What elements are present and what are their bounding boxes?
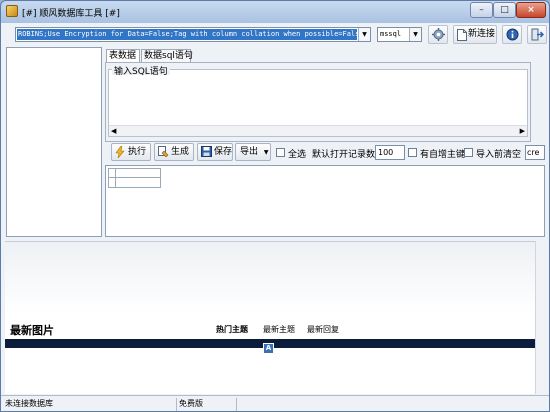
extra-option-input[interactable]: cre [525, 145, 545, 160]
auto-increment-checkbox[interactable] [408, 148, 417, 157]
latest-replies-link[interactable]: 最新回复 [307, 324, 339, 335]
new-connection-button[interactable]: 新连接 [453, 25, 497, 44]
floppy-disk-icon [201, 146, 212, 157]
info-icon [506, 28, 519, 41]
chevron-down-icon[interactable]: ▼ [358, 28, 370, 41]
connection-status: 未连接数据库 [3, 398, 177, 411]
db-type-select[interactable]: mssql ▼ [377, 27, 422, 42]
main-window: [#] 顺风数据库工具 [#] – □ × ROBINS;Use Encrypt… [0, 0, 550, 412]
result-grid[interactable] [105, 165, 545, 237]
close-button[interactable]: × [516, 2, 546, 18]
clear-before-import-checkbox[interactable] [464, 148, 473, 157]
auto-increment-label: 有自增主键 [420, 150, 466, 160]
generate-icon [158, 146, 169, 158]
edition-status: 免费版 [177, 398, 237, 411]
gear-icon [432, 28, 445, 41]
settings-button[interactable] [428, 25, 448, 44]
lightning-icon [115, 146, 125, 158]
new-connection-label: 新连接 [468, 29, 496, 39]
maximize-button[interactable]: □ [493, 2, 516, 18]
exit-icon [531, 28, 544, 41]
save-button[interactable]: 保存 [197, 143, 233, 161]
chevron-down-icon: ▼ [263, 149, 269, 156]
generate-button[interactable]: 生成 [154, 143, 194, 161]
web-preview-panel: 最新图片 热门主题 最新主题 最新回复 A [5, 241, 535, 394]
tab-table-data[interactable]: 表数据 [106, 49, 140, 63]
clear-before-import-label: 导入前清空 [476, 150, 522, 160]
export-label: 导出 [240, 147, 259, 157]
default-records-label: 默认打开记录数: [312, 150, 379, 160]
web-vertical-scrollbar[interactable] [535, 241, 547, 394]
info-button[interactable] [502, 25, 522, 44]
toolbar: ROBINS;Use Encryption for Data=False;Tag… [5, 23, 547, 45]
connection-string-combobox[interactable]: ROBINS;Use Encryption for Data=False;Tag… [15, 27, 371, 42]
hot-topics-link[interactable]: 热门主题 [216, 324, 248, 335]
latest-images-heading: 最新图片 [10, 324, 54, 337]
sql-horizontal-scrollbar[interactable]: ◀ ▶ [109, 125, 527, 136]
generate-label: 生成 [171, 147, 190, 157]
chevron-down-icon[interactable]: ▼ [409, 28, 421, 41]
minimize-button[interactable]: – [470, 2, 493, 18]
new-document-icon [457, 29, 467, 41]
font-badge-icon[interactable]: A [263, 343, 274, 354]
execute-label: 执行 [128, 147, 147, 157]
tab-sql-statement[interactable]: 数据sql语句 [141, 49, 193, 63]
latest-topics-link[interactable]: 最新主题 [263, 324, 295, 335]
exit-button[interactable] [527, 25, 547, 44]
sql-input[interactable] [109, 75, 527, 125]
save-label: 保存 [214, 147, 233, 157]
database-app-icon [6, 5, 18, 17]
db-type-value: mssql [380, 30, 402, 38]
connection-string-value: ROBINS;Use Encryption for Data=False;Tag… [17, 29, 357, 40]
default-records-input[interactable]: 100 [375, 145, 405, 160]
grid-data-cell[interactable] [115, 177, 161, 188]
web-banner [5, 242, 535, 314]
export-dropdown-button[interactable]: 导出 ▼ [235, 143, 271, 161]
select-all-label: 全选 [288, 150, 307, 160]
execute-button[interactable]: 执行 [111, 143, 151, 161]
status-bar: 未连接数据库 免费版 [1, 395, 549, 411]
scroll-left-icon[interactable]: ◀ [111, 126, 116, 136]
select-all-checkbox[interactable] [276, 148, 285, 157]
object-tree[interactable] [6, 47, 102, 237]
scroll-right-icon[interactable]: ▶ [520, 126, 525, 136]
window-title: [#] 顺风数据库工具 [#] [22, 9, 120, 19]
title-bar[interactable]: [#] 顺风数据库工具 [#] – □ × [1, 1, 549, 23]
action-bar: 执行 生成 保存 导出 ▼ 全选 默认打开记录数: 100 有自增主键 导入前清… [105, 142, 545, 164]
